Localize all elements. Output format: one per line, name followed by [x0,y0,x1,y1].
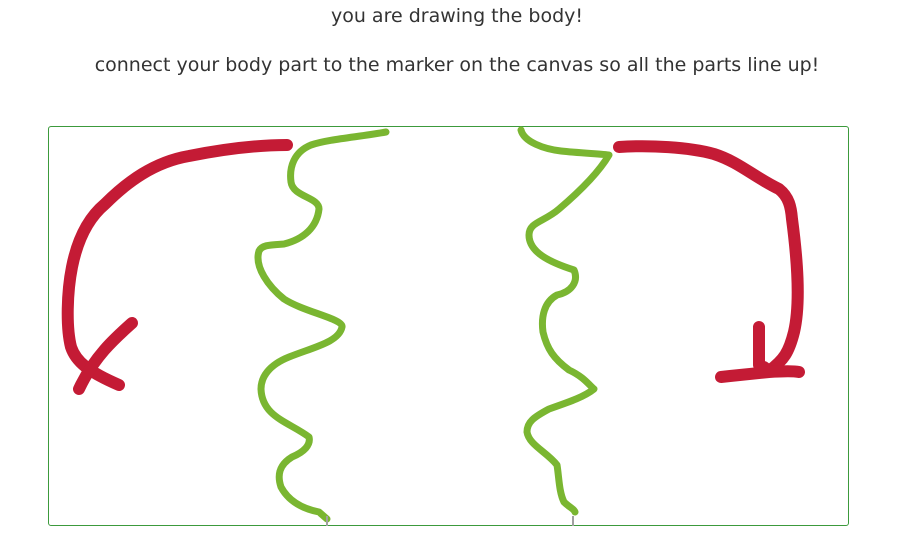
drawing-layer[interactable] [49,126,850,527]
body-outline-left-stroke [254,128,390,523]
instruction-title: you are drawing the body! [330,5,584,27]
arrow-right-stroke [613,140,804,377]
instruction-subtitle: connect your body part to the marker on … [94,54,820,76]
connection-marker-right [572,516,574,526]
drawing-canvas[interactable] [48,126,849,526]
connection-marker-left [326,516,328,526]
body-outline-right-stroke [517,126,613,516]
